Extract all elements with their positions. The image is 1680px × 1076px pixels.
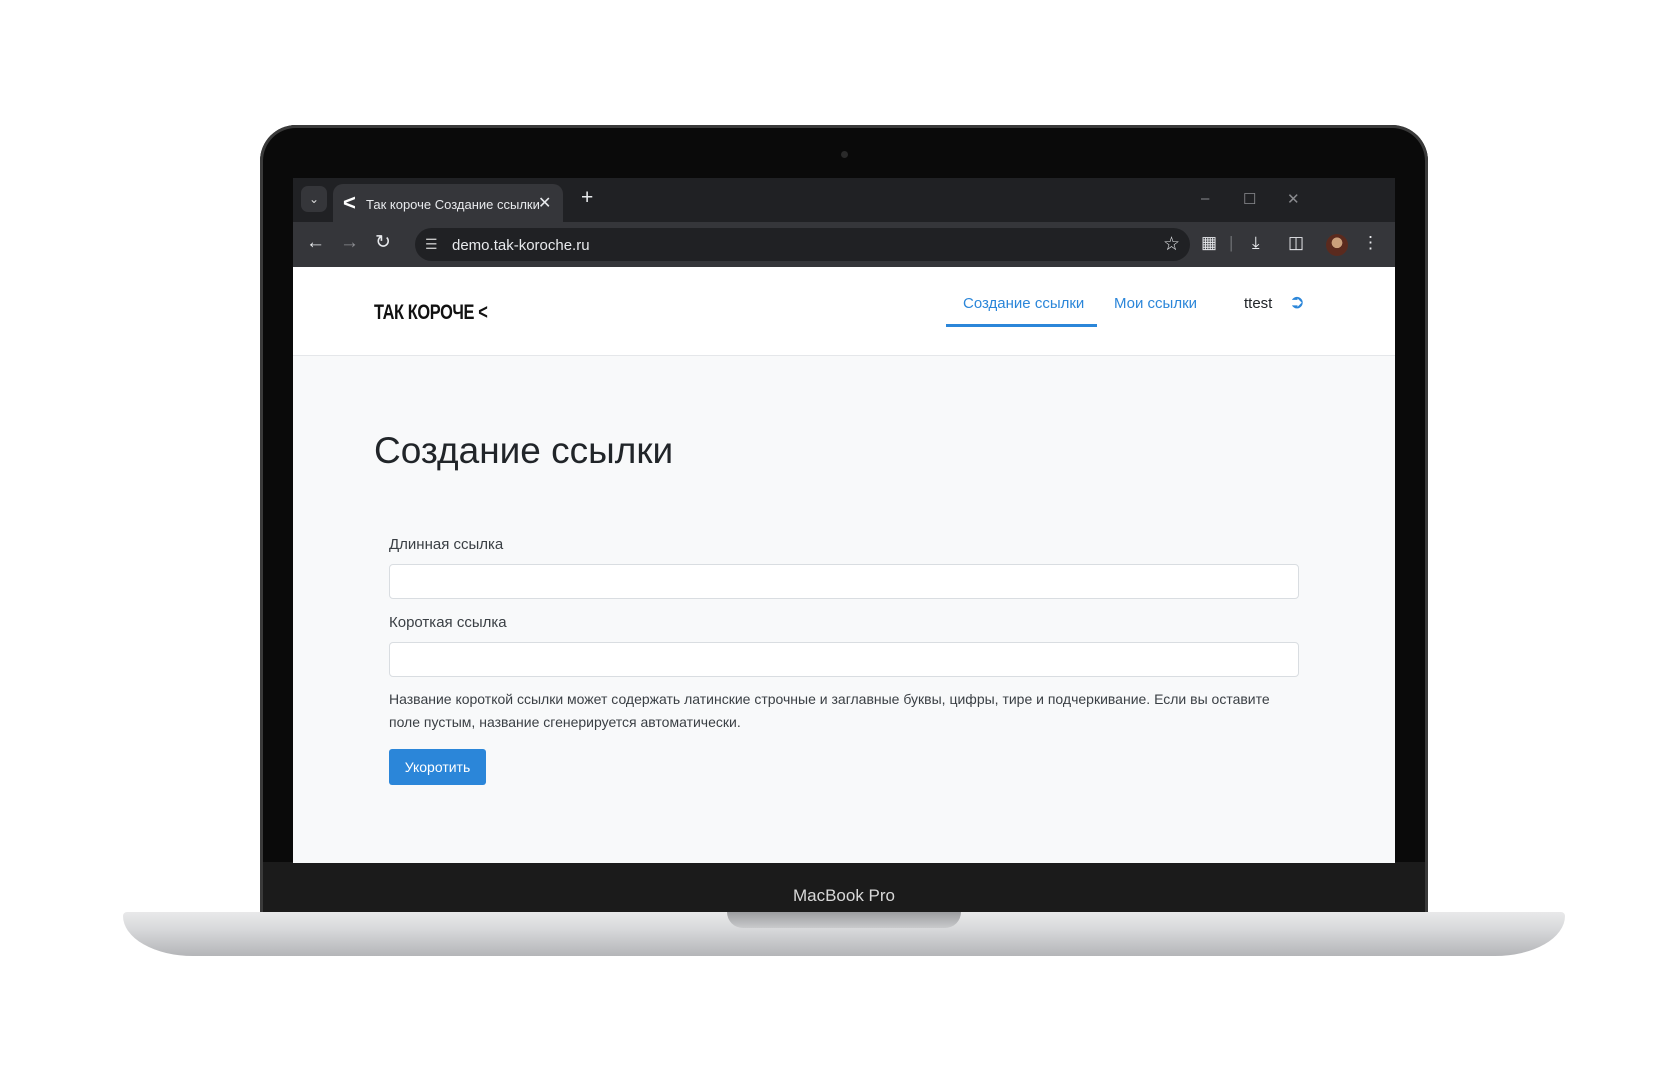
nav-my-links[interactable]: Мои ссылки [1114, 295, 1197, 312]
screen: ⌄ < Так короче Создание ссылки ✕ + – ☐ ✕… [293, 178, 1395, 863]
site-logo[interactable]: ТАК КОРОЧЕ < [374, 301, 488, 325]
close-icon[interactable]: ✕ [538, 193, 551, 213]
nav-active-indicator [946, 324, 1097, 327]
puzzle-icon[interactable]: ▦ [1201, 233, 1217, 253]
nav-create-link[interactable]: Создание ссылки [963, 295, 1084, 312]
reload-icon[interactable]: ↻ [375, 233, 391, 253]
chevron-down-icon[interactable]: ⌄ [301, 186, 327, 212]
laptop-notch [727, 912, 961, 928]
browser-toolbar: ← → ↻ ☰ demo.tak-koroche.ru ☆ ▦ | ⤓ ◫ ⋮ [293, 222, 1395, 267]
download-icon[interactable]: ⤓ [1252, 233, 1260, 253]
short-link-label: Короткая ссылка [389, 614, 507, 631]
kebab-icon[interactable]: ⋮ [1362, 233, 1379, 253]
model-label: MacBook Pro [792, 886, 896, 905]
logout-icon[interactable]: ➲ [1289, 291, 1305, 314]
browser-tab[interactable]: < Так короче Создание ссылки ✕ [333, 184, 563, 222]
side-panel-icon[interactable]: ◫ [1288, 233, 1304, 253]
site-header: ТАК КОРОЧЕ < Создание ссылки Мои ссылки … [293, 267, 1395, 356]
tab-strip: ⌄ < Так короче Создание ссылки ✕ + – ☐ ✕ [293, 178, 1395, 222]
page-title: Создание ссылки [374, 430, 674, 471]
new-tab-icon[interactable]: + [581, 187, 593, 209]
arrow-left-icon[interactable]: ← [306, 233, 325, 253]
profile-avatar[interactable] [1326, 234, 1348, 256]
short-link-input[interactable] [389, 642, 1299, 677]
minimize-icon[interactable]: – [1201, 190, 1209, 207]
toolbar-divider: | [1229, 233, 1234, 252]
long-link-label: Длинная ссылка [389, 536, 504, 553]
star-icon[interactable]: ☆ [1163, 233, 1180, 256]
url-text[interactable]: demo.tak-koroche.ru [452, 237, 590, 254]
window-close-icon[interactable]: ✕ [1287, 190, 1300, 208]
camera-dot [841, 151, 848, 158]
favicon-icon: < [343, 190, 356, 215]
shorten-button[interactable]: Укоротить [389, 749, 486, 785]
long-link-input[interactable] [389, 564, 1299, 599]
tab-title: Так короче Создание ссылки [366, 197, 540, 212]
arrow-right-icon[interactable]: → [340, 233, 359, 253]
tune-icon[interactable]: ☰ [425, 236, 438, 253]
short-link-help: Название короткой ссылки может содержать… [389, 691, 1270, 730]
username: ttest [1244, 295, 1273, 312]
address-bar[interactable]: ☰ demo.tak-koroche.ru ☆ [415, 228, 1190, 261]
maximize-icon[interactable]: ☐ [1243, 190, 1256, 208]
